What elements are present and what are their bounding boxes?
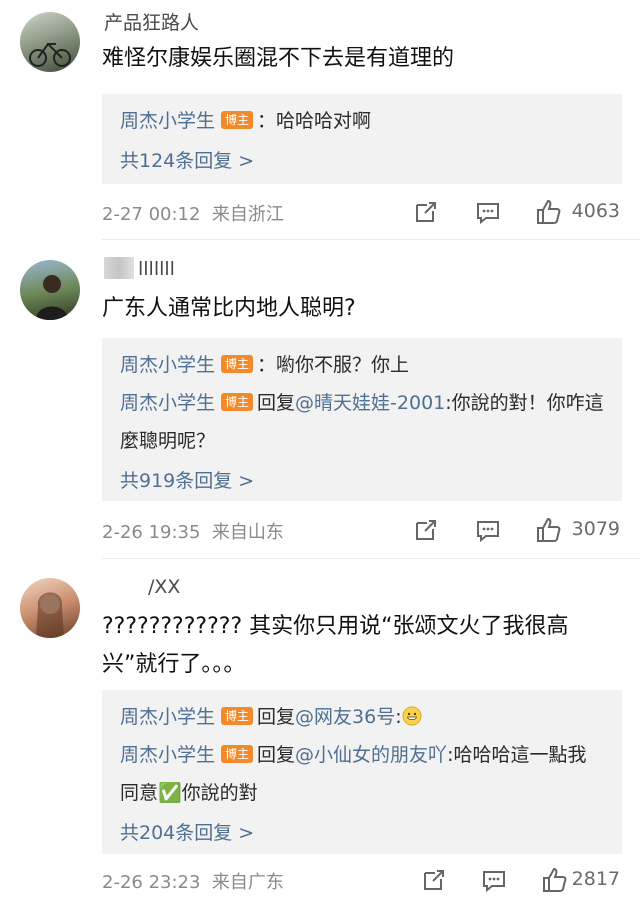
thumbs-up-icon[interactable] [540, 866, 568, 894]
comment-icon[interactable] [474, 198, 502, 226]
comment-text: 广东人通常比内地人聪明? [102, 296, 356, 321]
reply-prefix: 回复 [257, 706, 296, 728]
reply-author[interactable]: 周杰小学生 [120, 110, 215, 132]
blogger-badge: 博主 [221, 393, 254, 411]
reply-line[interactable]: 周杰小学生 博主 ：哈哈哈对啊 [120, 102, 604, 140]
reply-author[interactable]: 周杰小学生 [120, 354, 215, 376]
comment-text: 难怪尔康娱乐圈混不下去是有道理的 [102, 46, 455, 71]
comment-text: ???????????? 其实你只用说“张颂文火了我很高兴”就行了。。。 [102, 614, 569, 677]
comment-icon[interactable] [480, 866, 508, 894]
reply-line[interactable]: 周杰小学生 博主 回复@小仙女的朋友吖:哈哈哈這一點我同意✅你說的對 [120, 736, 604, 812]
thumbs-up-icon[interactable] [534, 516, 562, 544]
like-count: 4063 [571, 200, 620, 222]
reply-prefix: 回复 [257, 744, 296, 766]
username[interactable]: /XX [148, 576, 180, 598]
timestamp: 2-26 23:23 [102, 872, 201, 893]
share-icon[interactable] [420, 866, 448, 894]
share-icon[interactable] [412, 516, 440, 544]
blurred-name-block [104, 257, 134, 279]
comment-icon[interactable] [474, 516, 502, 544]
blogger-badge: 博主 [221, 707, 254, 725]
reply-box[interactable]: 周杰小学生 博主 ：哈哈哈对啊 共124条回复 > [102, 94, 622, 184]
avatar[interactable] [20, 260, 80, 320]
comment-footer: 2-27 00:12 来自浙江 4063 [102, 198, 620, 228]
reply-prefix: 回复 [257, 392, 296, 414]
share-icon[interactable] [412, 198, 440, 226]
reply-text: ：哈哈哈对啊 [257, 110, 372, 132]
reply-box[interactable]: 周杰小学生 博主 ：喲你不服？你上 周杰小学生 博主 回复@晴天娃娃-2001:你說的對… [102, 338, 622, 501]
bicycle-photo-icon [29, 42, 71, 67]
mention-link[interactable]: @晴天娃娃-2001 [295, 392, 445, 414]
blogger-badge: 博主 [221, 745, 254, 763]
timestamp: 2-26 19:35 [102, 522, 201, 543]
like-count: 2817 [571, 868, 620, 890]
blogger-badge: 博主 [221, 111, 254, 129]
meta: 2-27 00:12 来自浙江 [102, 200, 284, 226]
meta: 2-26 19:35 来自山东 [102, 518, 284, 544]
more-replies-link[interactable]: 共204条回复 > [120, 814, 604, 852]
reply-line[interactable]: 周杰小学生 博主 回复@晴天娃娃-2001:你說的對！你咋這麼聰明呢？ [120, 384, 604, 460]
like-count: 3079 [571, 518, 620, 540]
divider [102, 558, 640, 559]
reply-author[interactable]: 周杰小学生 [120, 706, 215, 728]
divider [102, 239, 640, 240]
more-replies-link[interactable]: 共919条回复 > [120, 462, 604, 500]
reply-text: ：喲你不服？你上 [257, 354, 410, 376]
reply-author[interactable]: 周杰小学生 [120, 392, 215, 414]
location: 来自山东 [211, 522, 284, 543]
mention-link[interactable]: @网友36号 [295, 706, 395, 728]
location: 来自广东 [211, 872, 284, 893]
comment-footer: 2-26 23:23 来自广东 2817 [102, 866, 620, 896]
avatar[interactable] [20, 12, 80, 72]
reply-line[interactable]: 周杰小学生 博主 ：喲你不服？你上 [120, 346, 604, 384]
person-photo-icon [36, 592, 64, 638]
reply-line[interactable]: 周杰小学生 博主 回复@网友36号: [120, 698, 604, 736]
grinning-emoji-icon [402, 706, 422, 726]
username[interactable]: 产品狂路人 [104, 8, 199, 35]
blogger-badge: 博主 [221, 355, 254, 373]
thumbs-up-icon[interactable] [534, 198, 562, 226]
username[interactable]: lllllll [104, 257, 175, 280]
reply-box[interactable]: 周杰小学生 博主 回复@网友36号: 周杰小学生 博主 回复@小仙女的朋友吖:哈哈哈這一… [102, 690, 622, 854]
mention-link[interactable]: @小仙女的朋友吖 [295, 744, 447, 766]
reply-author[interactable]: 周杰小学生 [120, 744, 215, 766]
comment-footer: 2-26 19:35 来自山东 3079 [102, 516, 620, 546]
location: 来自浙江 [211, 204, 284, 225]
meta: 2-26 23:23 来自广东 [102, 868, 284, 894]
timestamp: 2-27 00:12 [102, 204, 201, 225]
avatar[interactable] [20, 578, 80, 638]
more-replies-link[interactable]: 共124条回复 > [120, 142, 604, 180]
person-photo-icon [36, 275, 68, 320]
